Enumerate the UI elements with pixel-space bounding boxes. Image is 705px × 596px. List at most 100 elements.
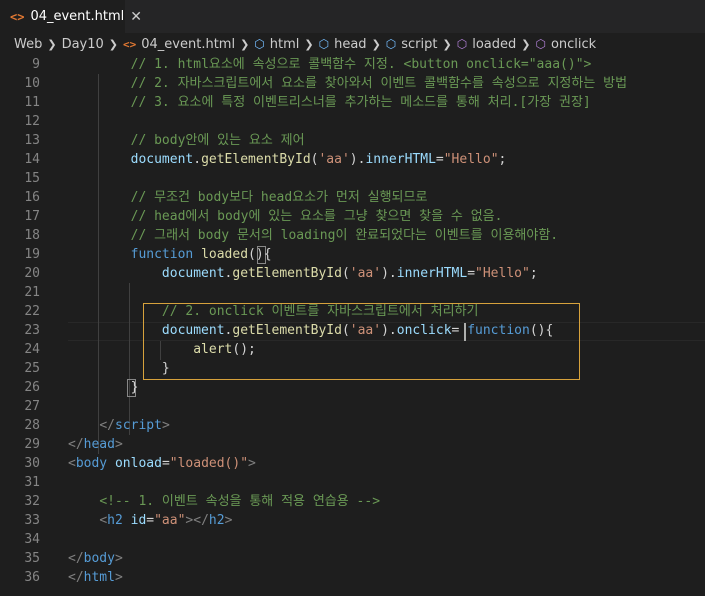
code-token: id [130, 513, 147, 528]
code-token: // 2. onclick 이벤트를 자바스크립트에서 처리하기 [161, 304, 479, 319]
chevron-right-icon: ❯ [240, 37, 250, 51]
line-code: // 무조건 body보다 head요소가 먼저 실행되므로 [68, 188, 428, 207]
code-token: > [248, 456, 256, 471]
line-number: 35 [24, 551, 40, 566]
chevron-right-icon: ❯ [108, 37, 118, 51]
line-number: 12 [24, 114, 40, 129]
code-token: 'aa' [318, 152, 350, 167]
line-number: 23 [24, 323, 40, 338]
line-number: 30 [24, 456, 40, 471]
code-token: . [193, 152, 202, 167]
code-token: h2 [107, 513, 123, 528]
code-token: // 1. html요소에 속성으로 콜백함수 지정. <button oncl… [130, 57, 592, 72]
code-token: (){ [248, 247, 272, 262]
code-token: = [451, 323, 468, 338]
code-token: = [435, 152, 444, 167]
html-file-icon: <> [123, 37, 137, 51]
breadcrumb-item-html[interactable]: html [270, 37, 300, 52]
line-number: 18 [24, 228, 40, 243]
breadcrumb-item-script[interactable]: script [401, 37, 437, 52]
code-token: function [130, 247, 194, 262]
line-code: </html> [68, 568, 123, 587]
line-code: // body안에 있는 요소 제어 [68, 131, 305, 150]
code-token: (){ [529, 323, 554, 338]
line-code: // 2. onclick 이벤트를 자바스크립트에서 처리하기 [68, 302, 479, 321]
code-token: body [83, 551, 115, 566]
line-number: 14 [24, 152, 40, 167]
code-token: h2 [208, 513, 225, 528]
chevron-right-icon: ❯ [371, 37, 381, 51]
code-token: > [114, 570, 123, 585]
line-code: document.getElementById('aa').innerHTML=… [68, 264, 538, 283]
html-file-icon: <> [10, 9, 25, 24]
line-number: 31 [24, 475, 40, 490]
code-token: alert [193, 342, 233, 357]
code-token: > [114, 437, 123, 452]
breadcrumb-item-file[interactable]: 04_event.html [141, 37, 235, 52]
tab-04-event-html[interactable]: <> 04_event.html ✕ [0, 0, 142, 33]
code-token: document [130, 152, 194, 167]
element-icon: ⬡ [254, 37, 265, 51]
code-token: // 2. 자바스크립트에서 요소를 찾아와서 이벤트 콜백함수를 속성으로 지… [130, 76, 628, 91]
line-number: 21 [24, 285, 40, 300]
code-token: </ [68, 551, 84, 566]
line-code: } [68, 378, 139, 397]
line-number: 36 [24, 570, 40, 585]
line-number: 16 [24, 190, 40, 205]
code-token: > [224, 513, 233, 528]
line-code: // 3. 요소에 특정 이벤트리스너를 추가하는 메소드를 통해 처리.[가장… [68, 93, 591, 112]
code-token: </ [68, 437, 84, 452]
code-token: ></ [185, 513, 209, 528]
code-token: 'aa' [349, 323, 382, 338]
code-token: ( [341, 323, 350, 338]
breadcrumb-item-loaded[interactable]: loaded [472, 37, 516, 52]
code-token: "Hello" [475, 266, 530, 281]
breadcrumb-item-day10[interactable]: Day10 [62, 37, 104, 52]
code-token: function [467, 323, 530, 338]
close-icon[interactable]: ✕ [130, 9, 142, 25]
chevron-right-icon: ❯ [521, 37, 531, 51]
code-token: body [75, 456, 108, 471]
line-number: 34 [24, 532, 40, 547]
line-code: function loaded(){ [68, 245, 272, 264]
line-number: 32 [24, 494, 40, 509]
line-code: // 1. html요소에 속성으로 콜백함수 지정. <button oncl… [68, 55, 592, 74]
code-token: } [130, 380, 139, 395]
code-token: // 3. 요소에 특정 이벤트리스너를 추가하는 메소드를 통해 처리.[가장… [130, 95, 591, 110]
code-token: getElementById [201, 152, 311, 167]
code-token: > [161, 418, 170, 433]
code-token: loaded [201, 247, 249, 262]
line-code: document.getElementById('aa').innerHTML=… [68, 150, 507, 169]
line-number: 13 [24, 133, 40, 148]
code-token: html [83, 570, 115, 585]
code-token: < [68, 456, 76, 471]
breadcrumb-item-web[interactable]: Web [14, 37, 42, 52]
breadcrumb-item-onclick[interactable]: onclick [551, 37, 596, 52]
line-code: alert(); [68, 340, 256, 359]
code-editor[interactable]: 9 // 1. html요소에 속성으로 콜백함수 지정. <button on… [0, 55, 705, 596]
line-code: </body> [68, 549, 123, 568]
line-number: 24 [24, 342, 40, 357]
line-number: 26 [24, 380, 40, 395]
code-token: ). [349, 152, 366, 167]
code-token: = [467, 266, 476, 281]
code-token: (); [232, 342, 256, 357]
breadcrumb-item-head[interactable]: head [334, 37, 366, 52]
code-token: > [114, 551, 123, 566]
